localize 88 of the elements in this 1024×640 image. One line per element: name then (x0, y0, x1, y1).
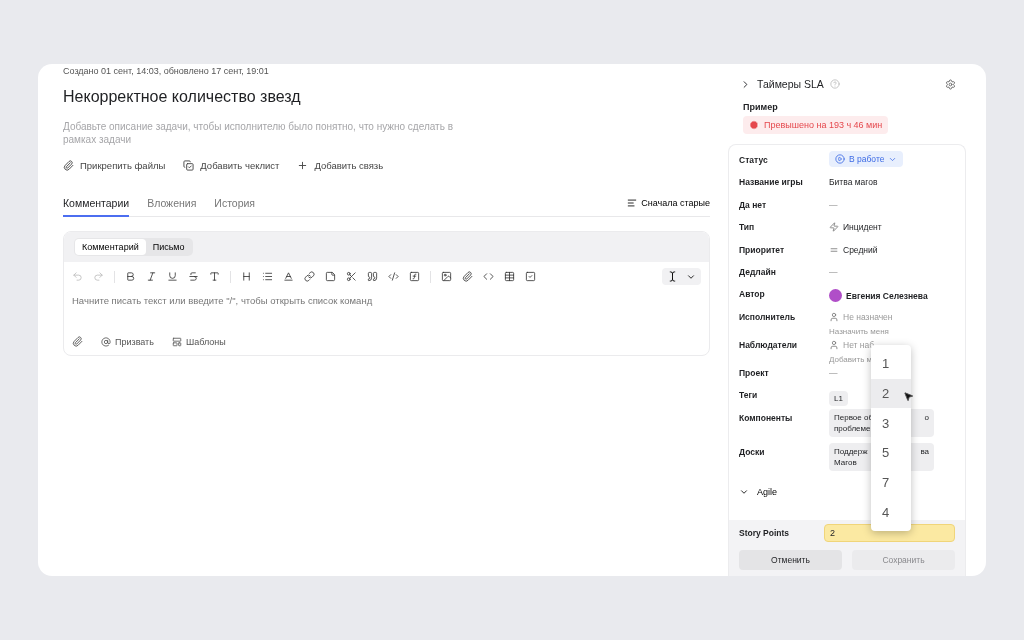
cursor-icon (903, 390, 914, 402)
field-label: Теги (739, 389, 759, 401)
user-icon (829, 311, 839, 322)
field-label: Да нет (739, 198, 768, 210)
text-cursor-icon (667, 271, 678, 282)
checklist-icon (183, 160, 195, 171)
chip-text: Магов (834, 456, 857, 468)
chip-text: Поддерж (834, 445, 868, 457)
field-value: — (829, 366, 838, 378)
footer-button[interactable]: Призвать (101, 336, 154, 347)
field-label: Приоритет (739, 243, 786, 255)
paperclip-icon[interactable] (462, 271, 473, 282)
bold-icon[interactable] (125, 271, 136, 282)
dropdown-option[interactable]: 2 (871, 378, 911, 409)
field-value: — (829, 265, 838, 277)
underline-icon[interactable] (167, 271, 178, 282)
status-dropdown[interactable]: В работе (829, 151, 904, 167)
chip-text: проблеме (834, 422, 871, 434)
field-value: — (829, 198, 838, 210)
task-title: Некорректное количество звезд (63, 88, 302, 106)
sla-name: Пример (742, 101, 779, 112)
field-label: Тип (739, 221, 756, 233)
action-button[interactable]: Добавить связь (297, 160, 384, 171)
template-icon (171, 336, 182, 347)
field-label: Проект (739, 366, 770, 378)
field-label: Story Points (739, 528, 791, 538)
user-icon (829, 339, 839, 350)
image-icon[interactable] (441, 271, 452, 282)
field-label: Компоненты (739, 411, 794, 423)
task-meta: Создано 01 сент, 14:03, обновлено 17 сент, 19:01 (63, 66, 270, 76)
italic-icon[interactable] (146, 271, 157, 282)
format-button[interactable] (662, 268, 701, 285)
field-label: Статус (739, 154, 769, 165)
at-sign-icon (101, 336, 111, 347)
function-icon[interactable] (409, 271, 420, 282)
paperclip-icon (63, 160, 74, 171)
code-icon[interactable] (483, 271, 494, 282)
tab[interactable]: Вложения (147, 197, 197, 217)
dropdown-option[interactable]: 5 (871, 438, 911, 468)
tag-chip: L1 (829, 391, 848, 407)
action-button[interactable]: Добавить чеклист (183, 160, 280, 171)
dropdown-option[interactable]: 7 (871, 467, 911, 498)
scissors-icon[interactable] (346, 271, 357, 282)
section-toggle[interactable]: Agile (739, 476, 777, 505)
text-color-icon[interactable] (283, 271, 294, 282)
settings-icon[interactable] (945, 78, 956, 90)
sort-button[interactable]: Сначала старые (627, 198, 710, 216)
note-icon[interactable] (325, 271, 336, 282)
strikethrough-icon[interactable] (188, 271, 199, 282)
sla-title[interactable]: Таймеры SLA (757, 78, 824, 90)
chip-text: ва (920, 445, 929, 457)
field-value: Инцидент (843, 222, 882, 233)
field-label: Доски (739, 445, 766, 457)
lightning-icon (829, 222, 839, 233)
sla-badge: Превышено на 193 ч 46 мин (743, 116, 889, 134)
footer-button[interactable]: Шаблоны (171, 336, 226, 347)
tab[interactable]: История (214, 197, 256, 217)
field-label: Дедлайн (739, 265, 777, 277)
checkbox-icon[interactable] (525, 271, 536, 282)
tab[interactable]: Комментарии (63, 197, 130, 217)
field-label: Автор (739, 288, 766, 300)
link-icon[interactable] (304, 271, 315, 282)
field-value: Средний (843, 244, 878, 255)
table-icon[interactable] (504, 271, 515, 282)
dropdown-option[interactable]: 3 (871, 408, 911, 439)
sort-icon (627, 198, 638, 208)
mode-tab[interactable]: Письмо (145, 239, 192, 255)
list-icon[interactable] (262, 271, 273, 282)
form-button[interactable]: Отменить (739, 550, 842, 570)
heading-icon[interactable] (241, 271, 252, 282)
field-value: Битва магов (829, 176, 878, 188)
code-block-icon[interactable] (388, 271, 399, 282)
field-label: Наблюдатели (739, 338, 799, 350)
field-value: Не назначен (843, 311, 893, 322)
field-label: Название игры (739, 176, 804, 188)
chip-text: о (924, 411, 929, 423)
paperclip-icon[interactable] (72, 336, 83, 347)
avatar (829, 289, 842, 303)
mode-tab[interactable]: Комментарий (75, 239, 146, 255)
play-icon (835, 154, 845, 164)
action-button[interactable]: Прикрепить файлы (63, 160, 166, 171)
comment-input[interactable]: Начните писать текст или введите "/", чтобы открыть список команд (64, 291, 709, 336)
type-icon[interactable] (209, 271, 220, 282)
dropdown-option[interactable]: 1 (871, 349, 911, 379)
user-name: Евгения Селезнева (846, 290, 928, 301)
field-label: Исполнитель (739, 310, 797, 322)
quote-icon[interactable] (367, 271, 378, 282)
plus-icon (297, 160, 309, 171)
